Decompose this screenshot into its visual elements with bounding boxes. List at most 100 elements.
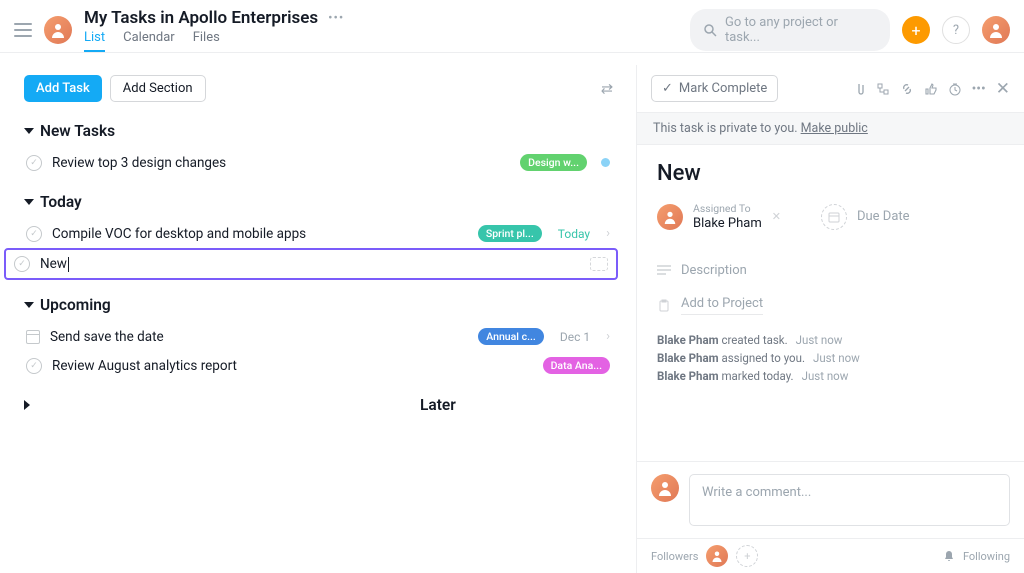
section-new-tasks: New Tasks ✓ Review top 3 design changes …: [24, 122, 612, 177]
comment-placeholder: Write a comment...: [702, 485, 811, 500]
task-name: Review August analytics report: [52, 358, 533, 374]
section-title: Later: [420, 396, 456, 414]
subtask-icon[interactable]: [876, 82, 890, 96]
due-date: Dec 1: [560, 330, 590, 344]
task-title[interactable]: New: [657, 161, 1004, 186]
title-area: My Tasks in Apollo Enterprises ••• List …: [84, 8, 678, 52]
caret-down-icon: [24, 199, 34, 205]
comment-input[interactable]: Write a comment...: [689, 474, 1010, 526]
view-tabs: List Calendar Files: [84, 30, 678, 52]
add-section-button[interactable]: Add Section: [110, 75, 206, 102]
task-name: Send save the date: [50, 329, 468, 345]
settings-icon[interactable]: ⇅: [598, 83, 614, 95]
section-header-new-tasks[interactable]: New Tasks: [24, 122, 612, 140]
complete-checkbox[interactable]: ✓: [26, 226, 42, 242]
detail-body: New Assigned To Blake Pham ✕ D: [637, 145, 1024, 461]
activity-entry: Blake Pham created task.Just now: [657, 333, 1004, 347]
complete-checkbox[interactable]: ✓: [14, 256, 30, 272]
user-avatar[interactable]: [44, 16, 72, 44]
add-to-project-label: Add to Project: [681, 296, 763, 315]
project-pill[interactable]: Data Ana...: [543, 357, 610, 374]
task-row[interactable]: Send save the date Annual c... Dec 1 ›: [24, 322, 612, 351]
list-toolbar: Add Task Add Section ⇅: [24, 75, 612, 102]
clipboard-icon: [657, 299, 671, 313]
like-icon[interactable]: [924, 82, 938, 96]
task-name: Compile VOC for desktop and mobile apps: [52, 226, 468, 242]
assignee-avatar: [657, 204, 683, 230]
task-name-input[interactable]: New: [40, 256, 580, 272]
section-today: Today ✓ Compile VOC for desktop and mobi…: [24, 193, 612, 280]
activity-entry: Blake Pham assigned to you.Just now: [657, 351, 1004, 365]
task-row-editing[interactable]: ✓ New: [4, 248, 618, 280]
assignee-name: Blake Pham: [693, 216, 762, 231]
following-label[interactable]: Following: [963, 550, 1010, 563]
caret-right-icon: [24, 400, 412, 410]
detail-toolbar: ✓ Mark Complete ••• ✕: [637, 65, 1024, 113]
description-label: Description: [681, 263, 747, 278]
help-button[interactable]: ?: [942, 16, 970, 44]
make-public-link[interactable]: Make public: [801, 121, 868, 136]
add-task-button[interactable]: Add Task: [24, 75, 102, 102]
section-header-later[interactable]: Later: [24, 396, 612, 414]
topbar: My Tasks in Apollo Enterprises ••• List …: [0, 0, 1024, 52]
due-date-label: Due Date: [857, 209, 910, 224]
project-pill[interactable]: Sprint pl...: [478, 225, 542, 242]
section-upcoming: Upcoming Send save the date Annual c... …: [24, 296, 612, 380]
task-detail-pane: ✓ Mark Complete ••• ✕ This task is priva…: [636, 65, 1024, 573]
due-date: Today: [558, 227, 590, 241]
add-follower-button[interactable]: +: [736, 545, 758, 567]
mark-complete-button[interactable]: ✓ Mark Complete: [651, 75, 778, 102]
task-row[interactable]: ✓ Review top 3 design changes Design w..…: [24, 148, 612, 177]
attachment-icon[interactable]: [852, 82, 866, 96]
search-icon: [704, 24, 717, 37]
complete-checkbox[interactable]: ✓: [26, 358, 42, 374]
activity-entry: Blake Pham marked today.Just now: [657, 369, 1004, 383]
close-icon[interactable]: ✕: [996, 79, 1010, 99]
task-row[interactable]: ✓ Compile VOC for desktop and mobile app…: [24, 219, 612, 248]
more-icon[interactable]: •••: [972, 81, 986, 97]
task-name: Review top 3 design changes: [52, 155, 510, 171]
remove-assignee-icon[interactable]: ✕: [772, 210, 781, 223]
project-placeholder-icon[interactable]: [590, 257, 608, 271]
global-add-button[interactable]: +: [902, 16, 930, 44]
task-row[interactable]: ✓ Review August analytics report Data An…: [24, 351, 612, 380]
comment-area: Write a comment...: [637, 461, 1024, 538]
description-field[interactable]: Description: [657, 263, 1004, 278]
caret-down-icon: [24, 128, 34, 134]
profile-avatar[interactable]: [982, 16, 1010, 44]
section-title: New Tasks: [40, 122, 115, 140]
tab-files[interactable]: Files: [193, 30, 220, 52]
section-header-upcoming[interactable]: Upcoming: [24, 296, 612, 314]
detail-footer: Followers + Following: [637, 538, 1024, 573]
section-header-today[interactable]: Today: [24, 193, 612, 211]
calendar-icon: [26, 330, 40, 344]
search-input[interactable]: Go to any project or task...: [690, 9, 890, 51]
calendar-icon: [821, 204, 847, 230]
privacy-banner: This task is private to you. Make public: [637, 113, 1024, 145]
activity-log: Blake Pham created task.Just now Blake P…: [657, 333, 1004, 383]
project-pill[interactable]: Design w...: [520, 154, 587, 171]
section-later: Later: [24, 396, 612, 414]
add-to-project-field[interactable]: Add to Project: [657, 296, 1004, 315]
due-date-field[interactable]: Due Date: [821, 202, 910, 231]
tab-list[interactable]: List: [84, 30, 105, 52]
followers-label: Followers: [651, 550, 698, 563]
section-title: Upcoming: [40, 296, 111, 314]
link-icon[interactable]: [900, 82, 914, 96]
main-content: Add Task Add Section ⇅ New Tasks ✓ Revie…: [0, 52, 1024, 573]
bell-icon: [943, 550, 955, 562]
privacy-text: This task is private to you.: [653, 121, 801, 136]
page-title: My Tasks in Apollo Enterprises: [84, 8, 318, 28]
section-title: Today: [40, 193, 82, 211]
complete-checkbox[interactable]: ✓: [26, 155, 42, 171]
title-more-icon[interactable]: •••: [328, 11, 344, 26]
hamburger-icon[interactable]: [14, 23, 32, 37]
tab-calendar[interactable]: Calendar: [123, 30, 175, 52]
comment-avatar: [651, 474, 679, 502]
check-icon: ✓: [662, 81, 673, 96]
assignee-field[interactable]: Assigned To Blake Pham ✕: [657, 202, 781, 231]
follower-avatar[interactable]: [706, 545, 728, 567]
project-pill[interactable]: Annual c...: [478, 328, 544, 345]
search-placeholder: Go to any project or task...: [725, 15, 876, 45]
timer-icon[interactable]: [948, 82, 962, 96]
